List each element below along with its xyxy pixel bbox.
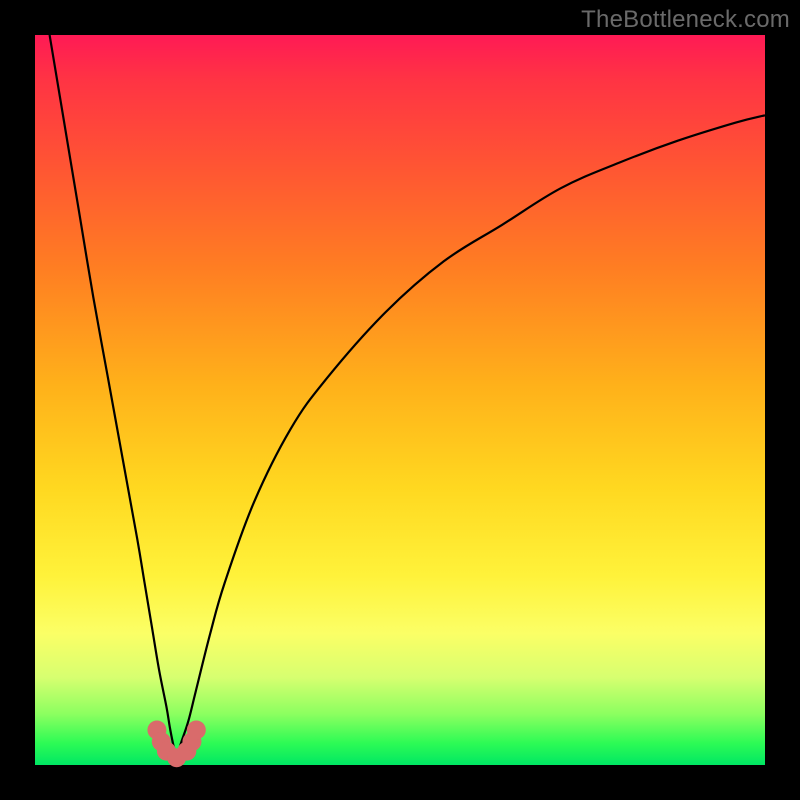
chart-frame: TheBottleneck.com — [0, 0, 800, 800]
marker-dot — [187, 720, 206, 739]
curve-layer — [35, 35, 765, 765]
bottleneck-markers — [147, 720, 205, 767]
watermark-text: TheBottleneck.com — [581, 6, 790, 34]
right-branch-line — [177, 115, 765, 757]
plot-area — [35, 35, 765, 765]
left-branch-line — [50, 35, 177, 758]
